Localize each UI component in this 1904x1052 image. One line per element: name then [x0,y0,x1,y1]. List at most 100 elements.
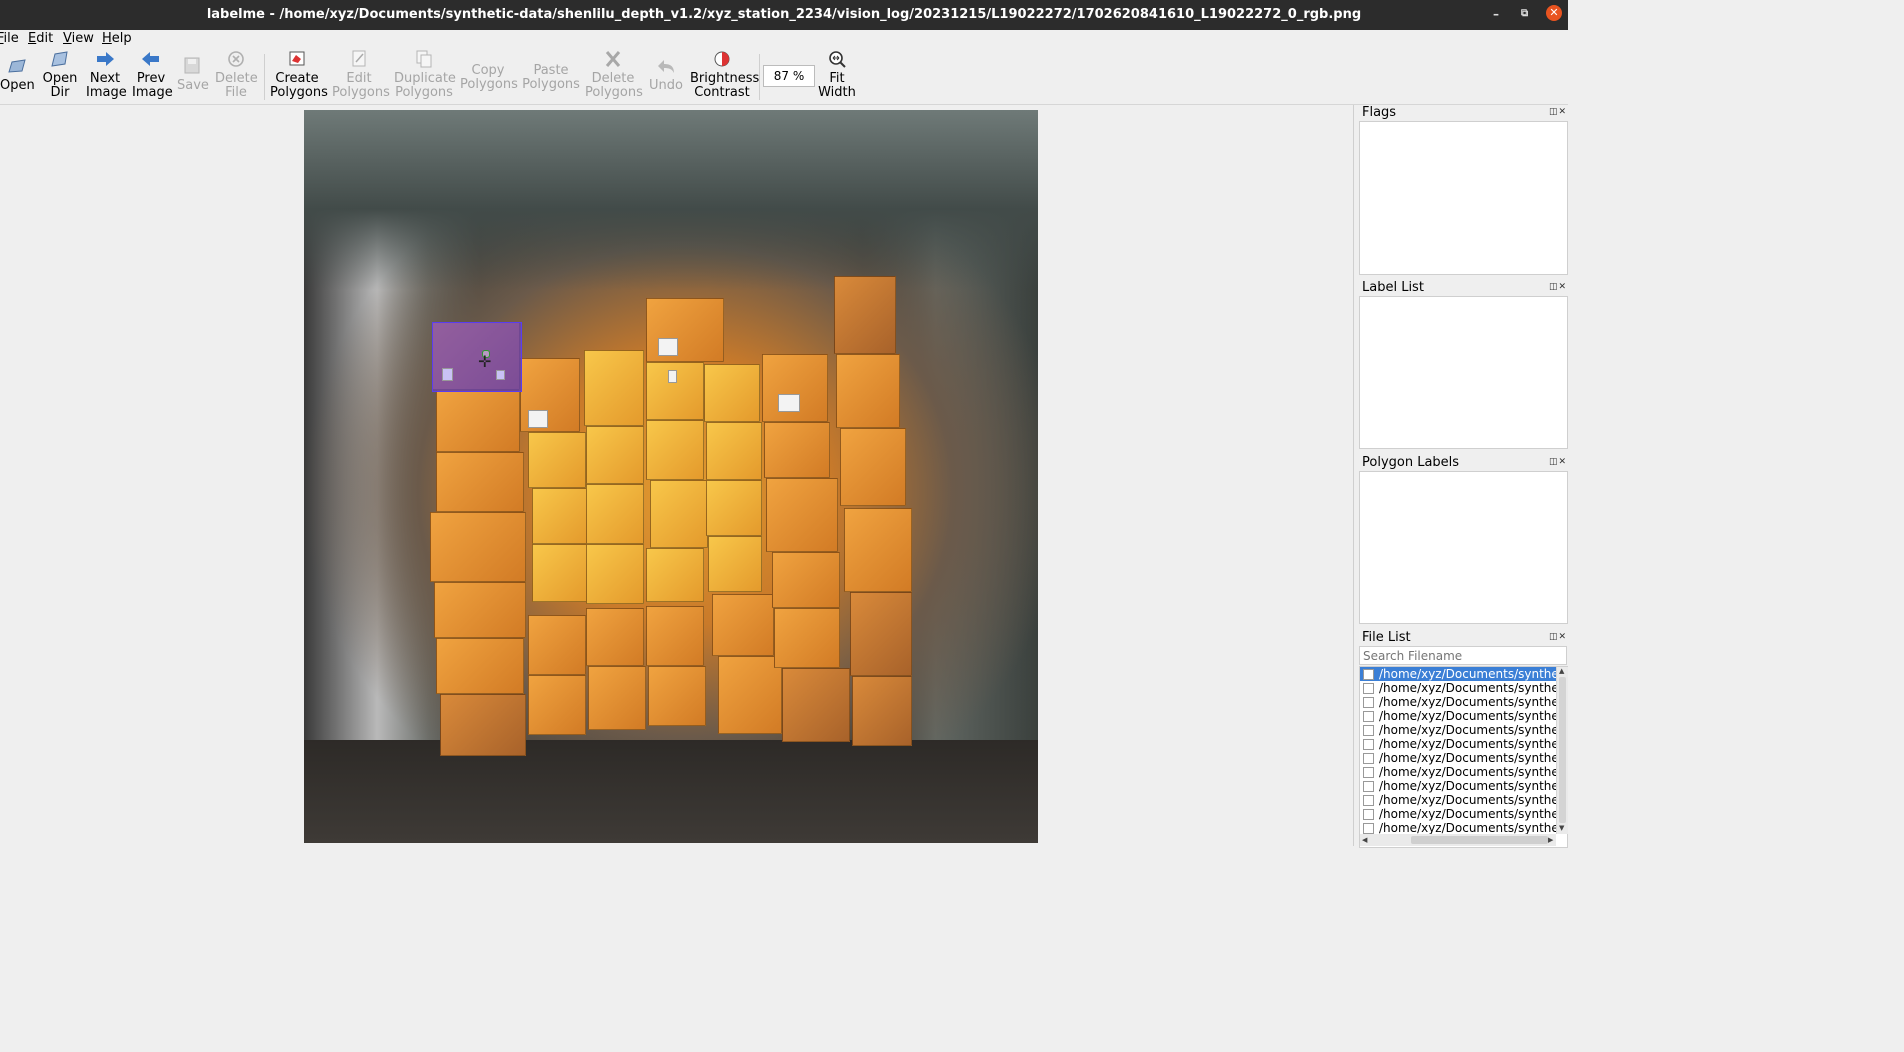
checkbox[interactable] [1363,683,1374,694]
copy-icon [460,48,516,64]
box-label-sticker [528,410,548,428]
menu-bar: File Edit View Help [0,30,1568,48]
label-list-title: Label List [1362,280,1424,295]
checkbox[interactable] [1363,809,1374,820]
container-photo[interactable]: ✛ [304,110,1038,843]
file-list-item[interactable]: /home/xyz/Documents/syntheti [1360,765,1558,779]
brightness-contrast-button[interactable]: Brightness Contrast [690,48,759,104]
cardboard-box [708,536,762,592]
next-image-button[interactable]: Next Image [86,48,127,104]
paste-polygons-button[interactable]: Paste Polygons [522,48,580,104]
cardboard-box [836,354,900,428]
create-polygons-button[interactable]: Create Polygons [270,48,328,104]
undo-button[interactable]: Undo [648,48,684,104]
cardboard-box [586,608,644,666]
dock-float-close-icon[interactable]: ◫✕ [1549,632,1567,642]
duplicate-polygons-button[interactable]: Duplicate Polygons [394,48,456,104]
checkbox[interactable] [1363,753,1374,764]
box-label-sticker [442,368,453,381]
scroll-left-icon[interactable]: ◀ [1362,836,1367,844]
delete-file-icon [228,51,244,67]
cardboard-box [646,548,704,602]
cardboard-box [586,544,644,604]
dock-float-close-icon[interactable]: ◫✕ [1549,457,1567,467]
cardboard-box [764,422,830,478]
menu-file[interactable]: File [0,31,19,46]
checkbox[interactable] [1363,725,1374,736]
cardboard-box [586,484,644,544]
canvas[interactable]: ✛ [0,105,1354,846]
cardboard-box [436,638,524,694]
container-floor [304,740,1038,843]
file-list-item[interactable]: /home/xyz/Documents/syntheti [1360,709,1558,723]
crosshair-cursor-icon: ✛ [478,352,492,371]
cardboard-box [782,668,850,742]
duplicate-icon [416,50,432,68]
menu-help[interactable]: Help [102,31,132,46]
file-list-item[interactable]: /home/xyz/Documents/syntheti [1360,779,1558,793]
file-list-item[interactable]: /home/xyz/Documents/syntheti [1360,695,1558,709]
minimize-button[interactable]: – [1493,7,1499,21]
dock-float-close-icon[interactable]: ◫✕ [1549,107,1567,117]
polygon-labels-panel[interactable] [1359,471,1568,624]
file-list-item[interactable]: /home/xyz/Documents/syntheti [1360,793,1558,807]
checkbox[interactable] [1363,697,1374,708]
file-list: /home/xyz/Documents/syntheti /home/xyz/D… [1359,666,1568,848]
save-button[interactable]: Save [177,48,209,104]
file-list-item[interactable]: /home/xyz/Documents/syntheti [1360,821,1558,835]
cardboard-box [588,666,646,730]
file-list-item[interactable]: /home/xyz/Documents/syntheti [1360,737,1558,751]
maximize-button[interactable]: ⧉ [1521,8,1528,19]
menu-edit[interactable]: Edit [28,31,53,46]
file-list-item[interactable]: /home/xyz/Documents/syntheti [1360,681,1558,695]
toolbar-divider [264,54,265,100]
checkbox[interactable] [1363,781,1374,792]
file-list-title: File List [1362,630,1411,645]
cardboard-box [528,615,586,675]
file-list-horizontal-scrollbar[interactable]: ◀ ▶ [1360,834,1556,846]
file-list-item[interactable]: /home/xyz/Documents/syntheti [1360,667,1558,681]
menu-view[interactable]: View [63,31,94,46]
checkbox[interactable] [1363,669,1374,680]
file-list-vertical-scrollbar[interactable]: ▲ ▼ [1556,667,1568,834]
zoom-fit-icon [829,51,846,68]
delete-polygons-button[interactable]: Delete Polygons [585,48,643,104]
scroll-up-icon[interactable]: ▲ [1559,667,1564,675]
fit-width-button[interactable]: Fit Width [816,48,858,104]
delete-file-button[interactable]: Delete File [215,48,258,104]
window-title: labelme - /home/xyz/Documents/synthetic-… [206,7,1362,22]
checkbox[interactable] [1363,823,1374,834]
file-list-item[interactable]: /home/xyz/Documents/syntheti [1360,751,1558,765]
zoom-input[interactable]: 87 % [763,65,815,87]
scroll-thumb[interactable] [1411,836,1548,844]
prev-image-button[interactable]: Prev Image [132,48,173,104]
label-list-panel[interactable] [1359,296,1568,449]
box-label-sticker [668,370,677,383]
file-list-item[interactable]: /home/xyz/Documents/syntheti [1360,723,1558,737]
selected-polygon[interactable] [432,322,522,392]
scroll-thumb[interactable] [1559,677,1566,823]
status-bar [0,848,1568,866]
edit-polygons-button[interactable]: Edit Polygons [332,48,390,104]
box-label-sticker [496,370,505,380]
paste-icon [522,48,580,64]
flags-panel[interactable] [1359,121,1568,275]
checkbox[interactable] [1363,795,1374,806]
cardboard-box [706,422,762,480]
cardboard-box [646,606,704,666]
open-dir-button[interactable]: Open Dir [42,48,78,104]
edit-polygon-icon [352,50,366,67]
scroll-right-icon[interactable]: ▶ [1548,836,1553,844]
dock-float-close-icon[interactable]: ◫✕ [1549,282,1567,292]
scroll-down-icon[interactable]: ▼ [1559,824,1564,832]
checkbox[interactable] [1363,711,1374,722]
checkbox[interactable] [1363,739,1374,750]
open-button[interactable]: Open [0,48,35,104]
search-filename-input[interactable] [1359,646,1567,665]
file-list-item[interactable]: /home/xyz/Documents/syntheti [1360,807,1558,821]
close-button[interactable]: ✕ [1546,5,1562,21]
create-polygon-icon [289,51,305,66]
arrow-right-icon [97,52,114,66]
checkbox[interactable] [1363,767,1374,778]
copy-polygons-button[interactable]: Copy Polygons [460,48,518,104]
